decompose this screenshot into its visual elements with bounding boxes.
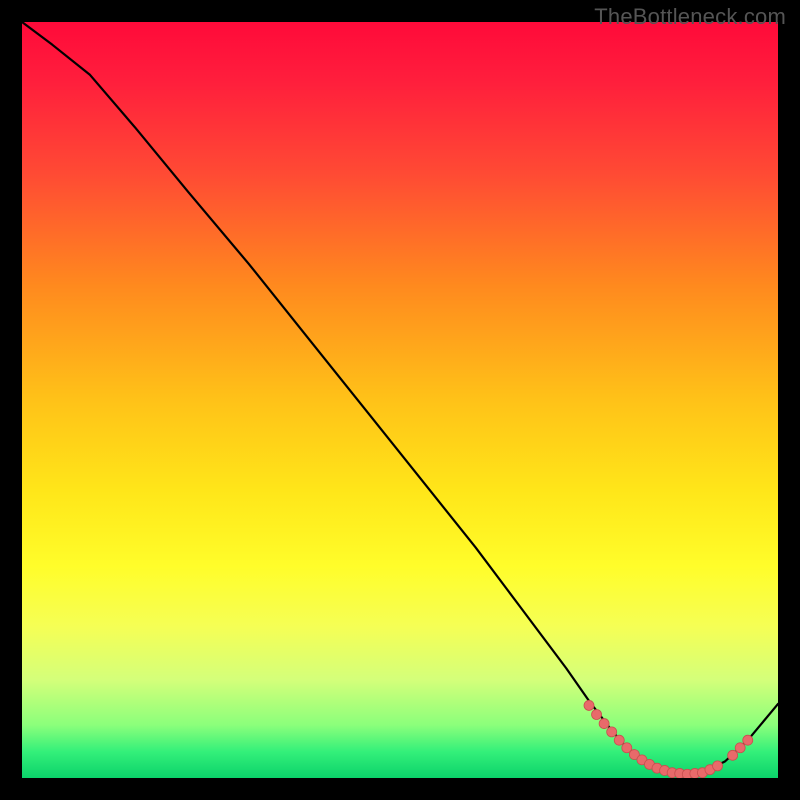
- curve-marker: [607, 727, 617, 737]
- curve-marker: [599, 719, 609, 729]
- curve-marker: [584, 700, 594, 710]
- curve-marker: [713, 761, 723, 771]
- curve-marker: [735, 743, 745, 753]
- bottleneck-chart: [22, 22, 778, 778]
- curve-marker: [728, 750, 738, 760]
- watermark-label: TheBottleneck.com: [594, 4, 786, 30]
- chart-frame: TheBottleneck.com: [0, 0, 800, 800]
- curve-marker: [592, 710, 602, 720]
- gradient-background: [22, 22, 778, 778]
- plot-area: [22, 22, 778, 778]
- curve-marker: [743, 735, 753, 745]
- curve-marker: [614, 735, 624, 745]
